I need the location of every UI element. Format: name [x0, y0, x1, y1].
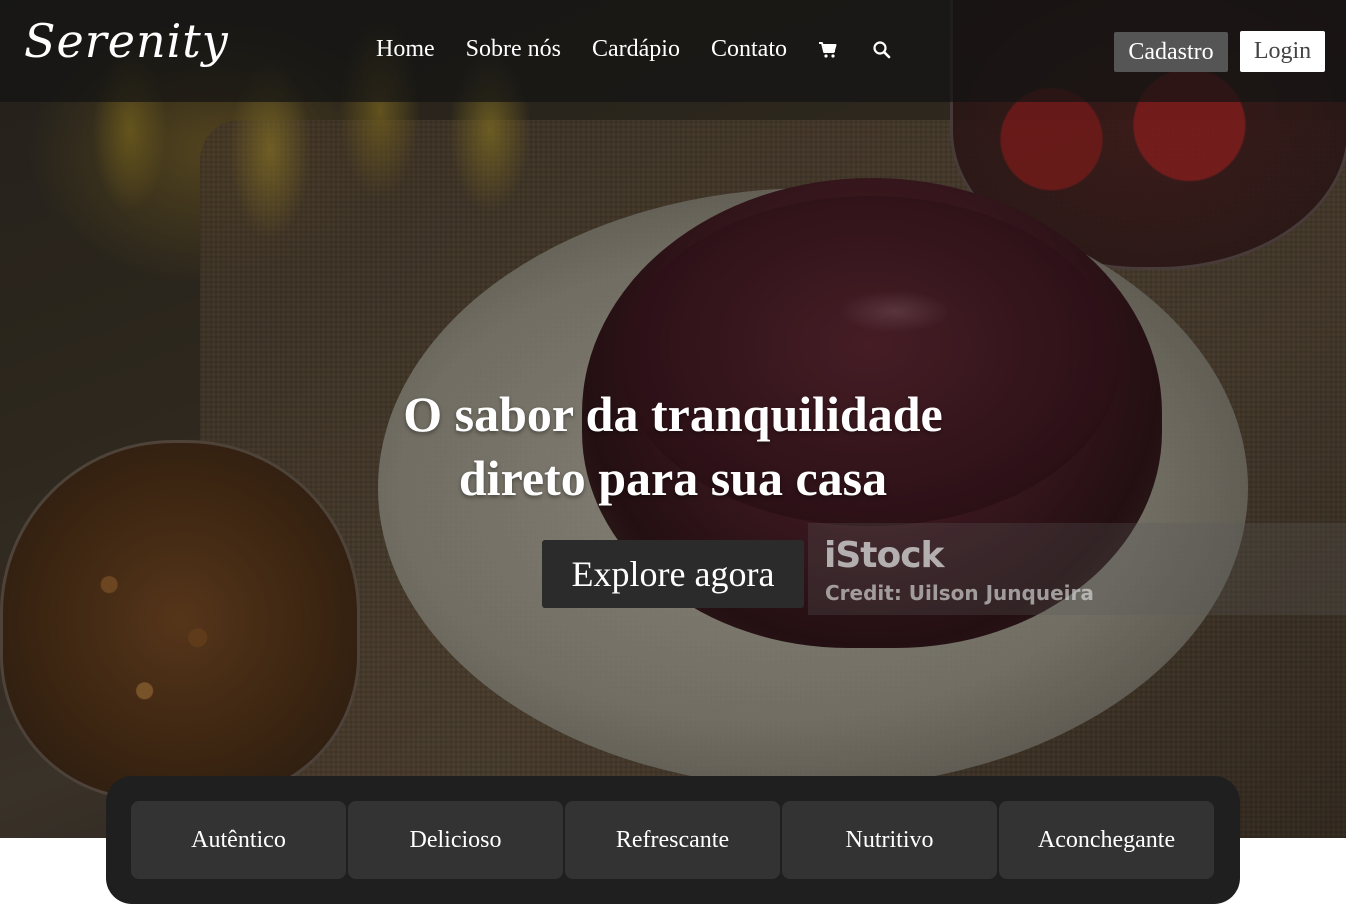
features-bar: Autêntico Delicioso Refrescante Nutritiv…	[106, 776, 1240, 904]
hero-headline: O sabor da tranquilidade direto para sua…	[300, 382, 1046, 510]
navbar: Serenity Home Sobre nós Cardápio Contato…	[0, 0, 1346, 102]
cart-icon[interactable]	[818, 40, 838, 60]
hero-headline-line1: O sabor da tranquilidade	[403, 386, 943, 442]
hero-section: iStock Credit: Uilson Junqueira O sabor …	[0, 0, 1346, 838]
explore-button[interactable]: Explore agora	[542, 540, 804, 608]
nav-links: Home Sobre nós Cardápio Contato	[376, 36, 926, 63]
feature-delicioso[interactable]: Delicioso	[348, 801, 563, 879]
hero-headline-line2: direto para sua casa	[458, 450, 888, 506]
brand-logo[interactable]: Serenity	[24, 14, 229, 68]
feature-autentico[interactable]: Autêntico	[131, 801, 346, 879]
watermark-logo: iStock	[824, 535, 944, 576]
nav-link-cardapio[interactable]: Cardápio	[592, 36, 680, 63]
nav-link-contato[interactable]: Contato	[711, 36, 787, 63]
feature-nutritivo[interactable]: Nutritivo	[782, 801, 997, 879]
feature-aconchegante[interactable]: Aconchegante	[999, 801, 1214, 879]
feature-refrescante[interactable]: Refrescante	[565, 801, 780, 879]
istock-watermark: iStock Credit: Uilson Junqueira	[808, 523, 1346, 615]
nav-link-home[interactable]: Home	[376, 36, 435, 63]
nav-link-sobre[interactable]: Sobre nós	[466, 36, 561, 63]
signup-button[interactable]: Cadastro	[1114, 32, 1228, 72]
watermark-credit: Credit: Uilson Junqueira	[825, 581, 1094, 605]
search-icon[interactable]	[872, 40, 892, 60]
login-button[interactable]: Login	[1240, 31, 1325, 72]
